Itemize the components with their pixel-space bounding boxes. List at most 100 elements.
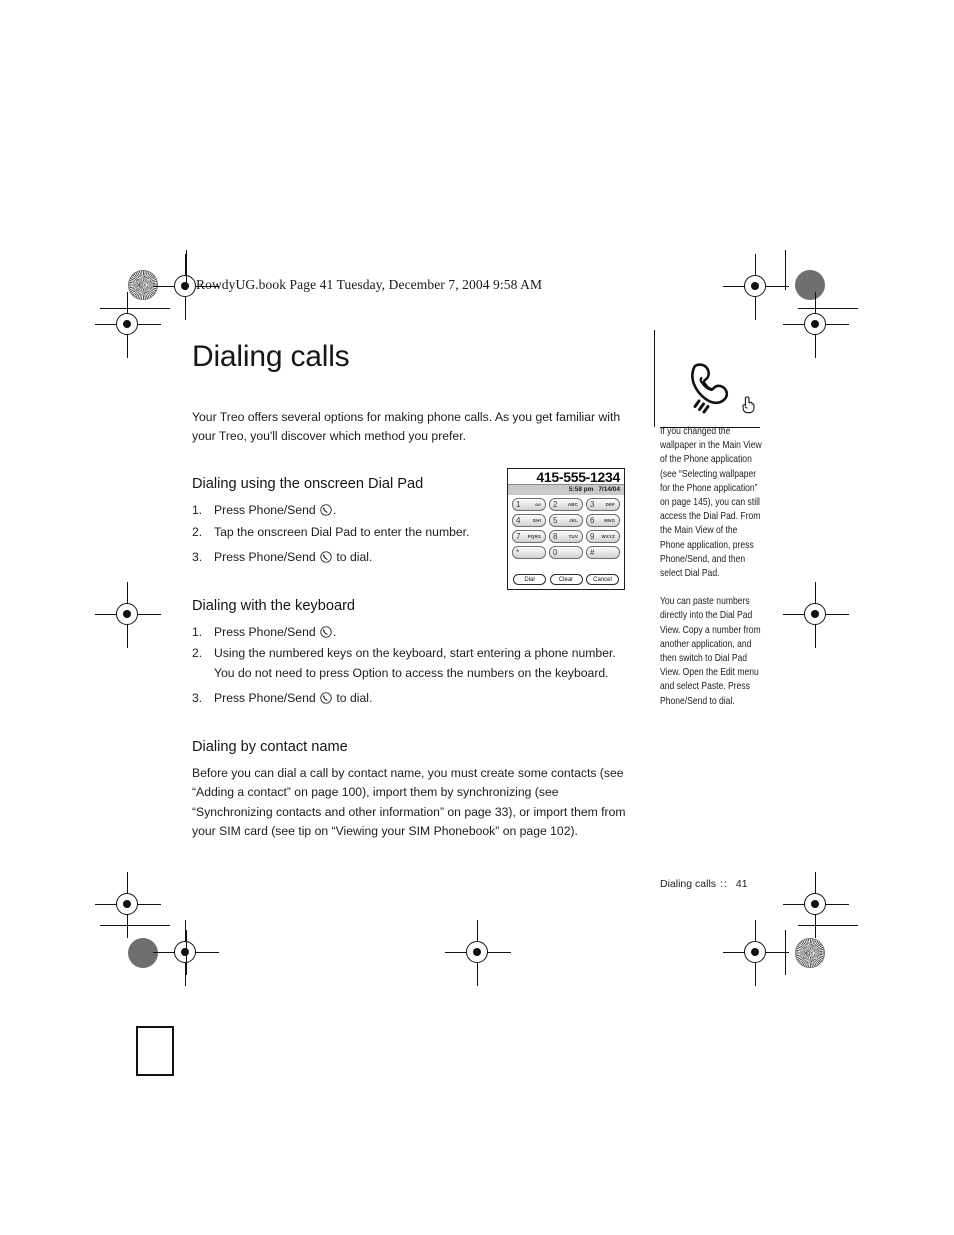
keypad-grid: 1 oo 2 ABC 3 DEF 4 GHI 5 JKL 6 MNO 7 PQRS 8 TUV … bbox=[508, 495, 624, 559]
sidebar-vertical-rule bbox=[654, 330, 655, 427]
key-digit: 4 bbox=[516, 515, 521, 525]
keypad-key[interactable]: 0 bbox=[549, 546, 583, 559]
step-number: 2. bbox=[192, 646, 203, 660]
book-header-line: RowdyUG.book Page 41 Tuesday, December 7… bbox=[196, 277, 543, 292]
registration-crosshair-bottom-center bbox=[445, 920, 511, 986]
key-digit: 7 bbox=[516, 531, 521, 541]
step-text: Press Phone/Send bbox=[214, 503, 320, 517]
phone-send-icon bbox=[320, 691, 332, 704]
registration-crosshair-left-lower bbox=[95, 872, 161, 938]
step-text: Using the numbered keys on the keyboard,… bbox=[214, 646, 616, 680]
keypad-key[interactable]: 8 TUV bbox=[549, 530, 583, 543]
bleed-box-mark bbox=[136, 1026, 174, 1076]
key-digit: 1 bbox=[516, 499, 521, 509]
registration-crosshair-bottom-right bbox=[723, 920, 789, 986]
key-letters: GHI bbox=[532, 518, 541, 523]
printed-page: RowdyUG.book Page 41 Tuesday, December 7… bbox=[0, 0, 954, 1235]
keypad-key[interactable]: 9 WXYZ bbox=[586, 530, 620, 543]
dialed-number-display: 415-555-1234 bbox=[536, 469, 620, 485]
steps-list: 1. Press Phone/Send . 2. Using the numbere… bbox=[192, 623, 632, 709]
key-digit: 6 bbox=[590, 515, 595, 525]
list-item: 3. Press Phone/Send to dial. bbox=[192, 689, 632, 709]
key-letters: MNO bbox=[604, 518, 615, 523]
step-text: Press Phone/Send bbox=[214, 624, 320, 639]
clock-time: 5:58 pm bbox=[568, 486, 594, 493]
keypad-key[interactable]: 5 JKL bbox=[549, 514, 583, 527]
key-digit: # bbox=[590, 547, 595, 557]
phone-handset-chapter-icon bbox=[691, 363, 729, 414]
keypad-key[interactable]: 4 GHI bbox=[512, 514, 546, 527]
step-number: 1. bbox=[192, 624, 203, 639]
registration-solid-mark-top-right bbox=[795, 270, 825, 300]
dial-pad-action-bar: Dial Clear Cancel bbox=[508, 574, 624, 585]
step-text-suffix: to dial. bbox=[333, 550, 373, 564]
registration-star-mark-top-left bbox=[128, 270, 158, 300]
trim-line-bottom-right-vertical bbox=[785, 930, 786, 975]
trim-line-top-left-vertical bbox=[186, 250, 187, 290]
phone-send-icon bbox=[320, 503, 332, 516]
keypad-key-star[interactable]: * bbox=[512, 546, 546, 559]
registration-crosshair-right-lower bbox=[783, 872, 849, 938]
dial-button[interactable]: Dial bbox=[513, 574, 546, 585]
registration-solid-mark-bottom-left bbox=[128, 938, 158, 968]
intro-paragraph: Your Treo offers several options for mak… bbox=[192, 410, 621, 443]
registration-crosshair-right-middle bbox=[783, 582, 849, 648]
keypad-key[interactable]: 2 ABC bbox=[549, 498, 583, 511]
clock-date: 7/14/04 bbox=[598, 486, 620, 493]
keypad-key-pound[interactable]: # bbox=[586, 546, 620, 559]
step-text-suffix: . bbox=[333, 503, 337, 517]
footer-chapter-label: Dialing calls bbox=[660, 878, 717, 890]
key-letters: WXYZ bbox=[601, 534, 615, 539]
key-digit: 5 bbox=[553, 515, 558, 525]
cancel-button[interactable]: Cancel bbox=[586, 574, 619, 585]
step-number: 1. bbox=[192, 503, 203, 517]
trim-line-bottom-left-vertical bbox=[186, 930, 187, 975]
sidebar-column: If you changed the wallpaper in the Main… bbox=[660, 352, 764, 723]
trim-line-left-upper-horizontal bbox=[100, 308, 170, 309]
section-heading: Dialing by contact name bbox=[192, 738, 348, 755]
list-item: 1. Press Phone/Send . bbox=[192, 623, 632, 643]
footer-page-number: 41 bbox=[735, 878, 748, 890]
step-number: 3. bbox=[192, 691, 203, 705]
trim-line-top-right-vertical bbox=[785, 250, 786, 290]
footer-separator: :: bbox=[720, 878, 728, 890]
key-digit: 3 bbox=[590, 499, 595, 509]
key-letters: PQRS bbox=[527, 534, 541, 539]
step-text: Tap the onscreen Dial Pad to enter the n… bbox=[214, 524, 470, 539]
keypad-key[interactable]: 1 oo bbox=[512, 498, 546, 511]
page-footer: Dialing calls:: 41 bbox=[660, 878, 748, 890]
step-text: Press Phone/Send bbox=[214, 691, 320, 705]
step-text-suffix: . bbox=[333, 624, 337, 639]
step-number: 3. bbox=[192, 550, 203, 564]
key-letters: JKL bbox=[569, 518, 578, 523]
section-dialing-by-contact-name: Dialing by contact name Before you can d… bbox=[192, 739, 632, 842]
phone-send-icon bbox=[320, 625, 332, 638]
sidebar-tip-paste-numbers: You can paste numbers directly into the … bbox=[660, 596, 761, 707]
trim-line-left-lower-horizontal bbox=[100, 925, 170, 926]
section-heading: Dialing with the keyboard bbox=[192, 597, 356, 614]
keypad-key[interactable]: 7 PQRS bbox=[512, 530, 546, 543]
status-bar: 5:58 pm 7/14/04 bbox=[508, 484, 624, 495]
registration-crosshair-top-right bbox=[723, 254, 789, 320]
key-digit: 2 bbox=[553, 499, 558, 509]
key-digit: 0 bbox=[553, 547, 558, 557]
trim-line-right-lower-horizontal bbox=[798, 925, 858, 926]
keypad-key[interactable]: 3 DEF bbox=[586, 498, 620, 511]
key-letters: DEF bbox=[605, 502, 615, 507]
registration-crosshair-left-middle bbox=[95, 582, 161, 648]
list-item: 2. Using the numbered keys on the keyboar… bbox=[192, 644, 632, 683]
key-digit: * bbox=[516, 547, 520, 557]
section-paragraph: Before you can dial a call by contact na… bbox=[192, 765, 626, 839]
keypad-key[interactable]: 6 MNO bbox=[586, 514, 620, 527]
phone-send-icon bbox=[320, 550, 332, 563]
key-letters: ABC bbox=[567, 502, 578, 507]
main-content-column: Dialing calls Your Treo offers several o… bbox=[192, 340, 632, 868]
registration-star-mark-bottom-right bbox=[795, 938, 825, 968]
step-text-suffix: to dial. bbox=[333, 691, 373, 705]
key-letters: oo bbox=[535, 502, 541, 507]
key-digit: 8 bbox=[553, 531, 558, 541]
step-number: 2. bbox=[192, 524, 203, 539]
page-title: Dialing calls bbox=[192, 340, 350, 373]
clear-button[interactable]: Clear bbox=[549, 574, 583, 585]
tip-pointing-hand-icon bbox=[742, 396, 755, 414]
